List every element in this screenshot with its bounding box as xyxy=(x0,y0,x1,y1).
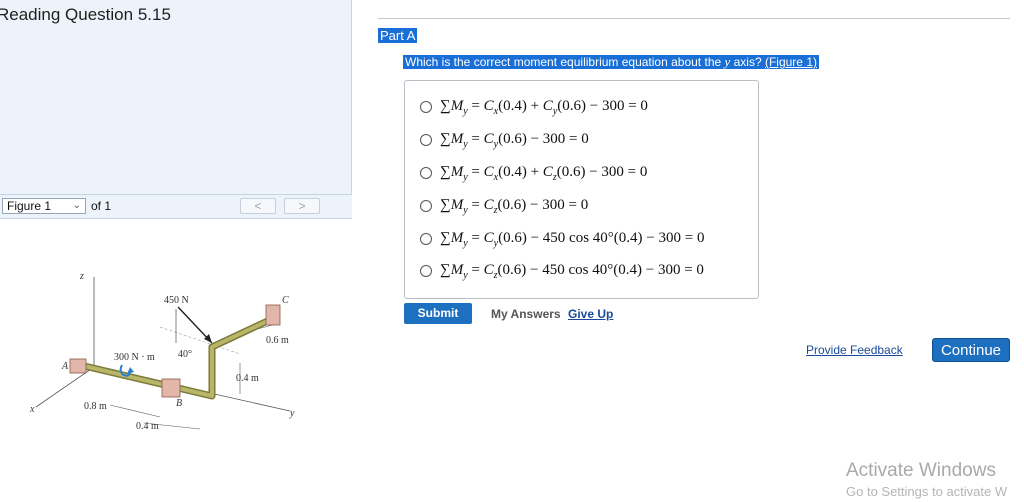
point-b-label: B xyxy=(176,398,182,409)
option-label: ∑My = Cx(0.4) + Cz(0.6) − 300 = 0 xyxy=(440,163,648,183)
option-2[interactable]: ∑My = Cy(0.6) − 300 = 0 xyxy=(420,130,589,150)
radio-button[interactable] xyxy=(420,265,432,277)
angle-label: 40° xyxy=(178,349,192,360)
point-c-label: C xyxy=(282,295,289,306)
figure-panel: Reading Question 5.15 Figure 1 ⌄ of 1 < … xyxy=(0,0,352,497)
dimension-0-6-label: 0.6 m xyxy=(266,335,289,346)
radio-button[interactable] xyxy=(420,200,432,212)
question-prefix: Which is the correct moment equilibrium … xyxy=(405,55,725,69)
moment-label: 300 N · m xyxy=(114,352,155,363)
radio-button[interactable] xyxy=(420,134,432,146)
my-answers-link[interactable]: My Answers xyxy=(491,307,561,321)
option-1[interactable]: ∑My = Cx(0.4) + Cy(0.6) − 300 = 0 xyxy=(420,97,648,117)
option-label: ∑My = Cx(0.4) + Cy(0.6) − 300 = 0 xyxy=(440,97,648,117)
y-axis-label: y xyxy=(289,408,295,419)
x-axis-label: x xyxy=(29,404,35,415)
previous-figure-button[interactable]: < xyxy=(240,198,276,214)
force-label: 450 N xyxy=(164,295,189,306)
figure-toolbar: Figure 1 ⌄ of 1 < > xyxy=(0,194,352,219)
option-3[interactable]: ∑My = Cx(0.4) + Cz(0.6) − 300 = 0 xyxy=(420,163,647,183)
radio-button[interactable] xyxy=(420,167,432,179)
activation-watermark-title: Activate Windows xyxy=(846,460,996,481)
option-4[interactable]: ∑My = Cz(0.6) − 300 = 0 xyxy=(420,196,588,216)
chevron-left-icon: < xyxy=(254,199,262,213)
option-6[interactable]: ∑My = Cz(0.6) − 450 cos 40°(0.4) − 300 =… xyxy=(420,261,704,281)
z-axis-label: z xyxy=(79,271,84,282)
submit-button[interactable]: Submit xyxy=(404,303,472,324)
radio-button[interactable] xyxy=(420,101,432,113)
option-label: ∑My = Cy(0.6) − 300 = 0 xyxy=(440,130,589,150)
question-text: Which is the correct moment equilibrium … xyxy=(403,55,819,69)
point-a-label: A xyxy=(61,361,69,372)
chevron-right-icon: > xyxy=(298,199,306,213)
answer-options: ∑My = Cx(0.4) + Cy(0.6) − 300 = 0 ∑My = … xyxy=(404,80,759,299)
radio-button[interactable] xyxy=(420,233,432,245)
option-label: ∑My = Cz(0.6) − 300 = 0 xyxy=(440,196,589,216)
question-title: Reading Question 5.15 xyxy=(0,5,171,24)
question-mid: axis? xyxy=(730,55,765,69)
figure-image: z x y A B C 450 N 300 N · m 40° 0.6 m 0.… xyxy=(0,219,352,497)
dimension-0-4-vertical-label: 0.4 m xyxy=(236,373,259,384)
next-figure-button[interactable]: > xyxy=(284,198,320,214)
figure-select[interactable]: Figure 1 ⌄ xyxy=(2,198,86,214)
figure-count: of 1 xyxy=(91,199,112,213)
continue-button[interactable]: Continue xyxy=(932,338,1010,362)
dimension-0-4-label: 0.4 m xyxy=(136,421,159,432)
option-5[interactable]: ∑My = Cy(0.6) − 450 cos 40°(0.4) − 300 =… xyxy=(420,229,704,249)
figure-link[interactable]: (Figure 1) xyxy=(765,55,817,69)
option-label: ∑My = Cy(0.6) − 450 cos 40°(0.4) − 300 =… xyxy=(440,229,705,249)
option-label: ∑My = Cz(0.6) − 450 cos 40°(0.4) − 300 =… xyxy=(440,261,704,281)
chevron-down-icon: ⌄ xyxy=(72,200,81,211)
divider xyxy=(378,18,1010,19)
pipe-assembly-diagram: z x y A B C 450 N 300 N · m 40° 0.6 m 0.… xyxy=(29,271,295,432)
figure-select-value: Figure 1 xyxy=(7,199,52,213)
part-label: Part A xyxy=(378,28,418,43)
give-up-link[interactable]: Give Up xyxy=(568,307,613,321)
provide-feedback-link[interactable]: Provide Feedback xyxy=(806,343,903,357)
dimension-0-8-label: 0.8 m xyxy=(84,401,107,412)
